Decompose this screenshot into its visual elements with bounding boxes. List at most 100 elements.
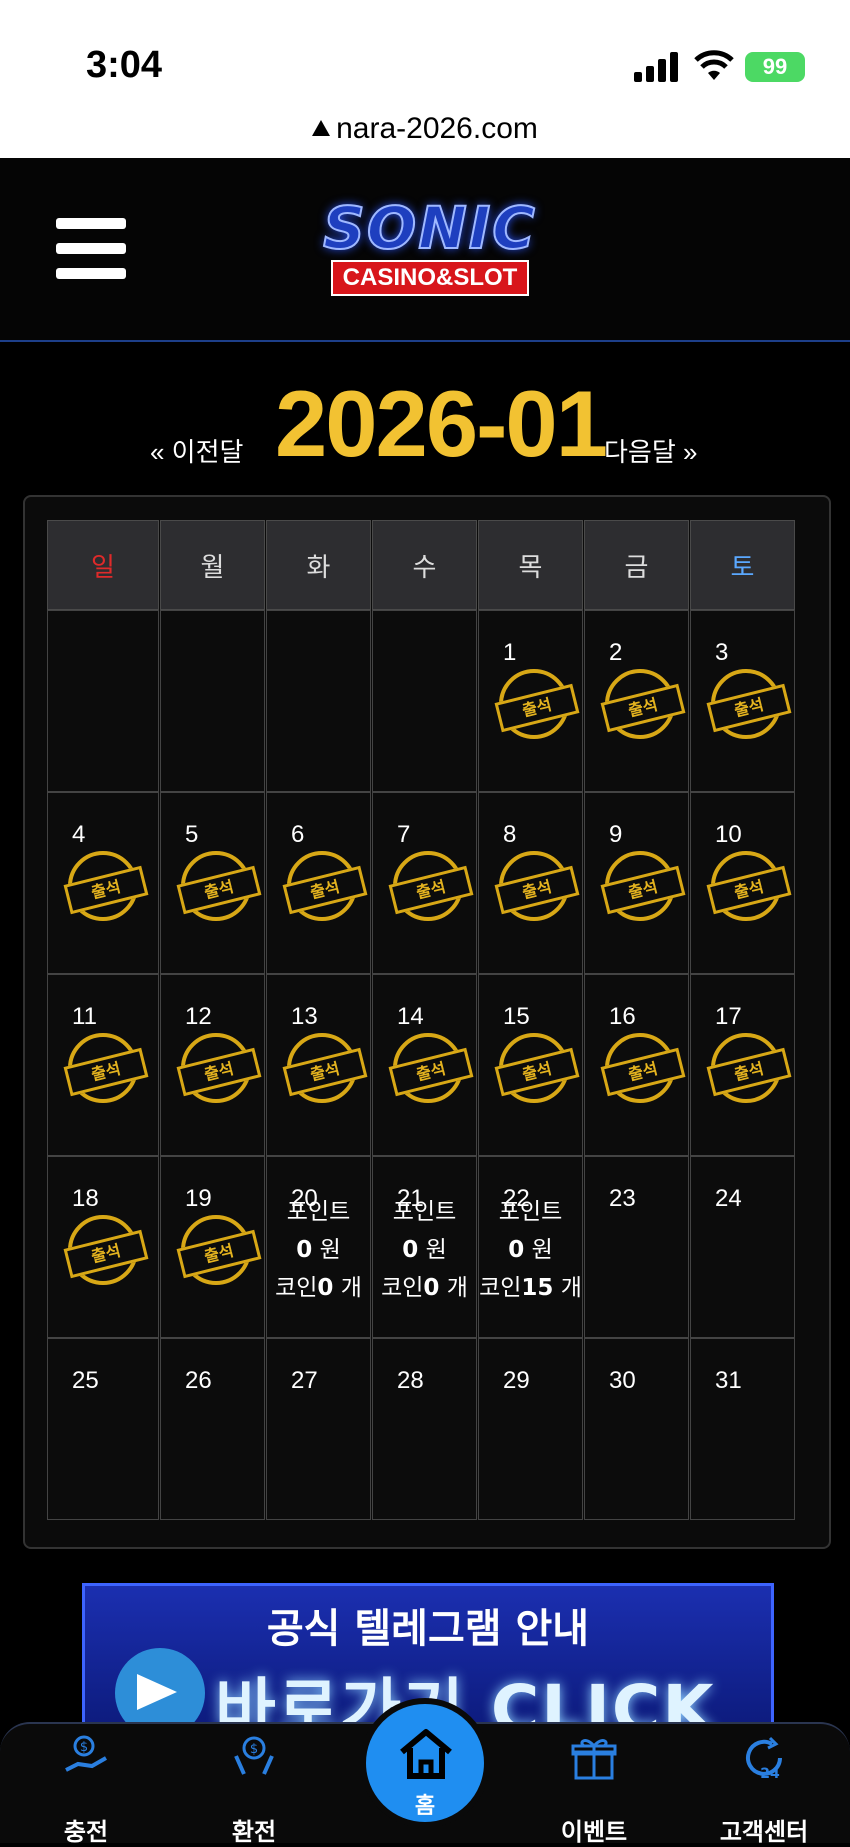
calendar-day-cell[interactable]: 19 출석 [160,1156,265,1338]
calendar-day-cell[interactable]: 22 포인트 0 원 코인15 개 [478,1156,583,1338]
address-bar[interactable]: nara-2026.com [0,112,850,146]
support-24-icon: 24 [746,1736,782,1782]
calendar-day-cell[interactable]: 18 출석 [47,1156,159,1338]
calendar-day-cell[interactable]: 9 출석 [584,792,689,974]
wifi-icon [694,50,734,80]
calendar-day-cell[interactable]: 26 [160,1338,265,1520]
coin-unit: 개 [333,1275,362,1301]
stamp-label: 출석 [706,683,792,733]
calendar-day-cell[interactable]: 27 [266,1338,371,1520]
calendar-day-cell[interactable]: 29 [478,1338,583,1520]
day-number: 30 [609,1367,636,1394]
calendar-day-cell[interactable]: 28 [372,1338,477,1520]
attendance-stamp-icon: 출석 [176,851,262,921]
point-unit: 원 [312,1237,341,1263]
tab-home-label: 홈 [414,1794,436,1819]
attendance-stamp-icon: 출석 [63,851,149,921]
tab-home[interactable]: 홈 [360,1698,490,1828]
coin-amount: 코인0 개 [373,1269,476,1307]
calendar-week-row: 1 출석 2 출석 3 출석 [47,610,802,792]
calendar-day-cell[interactable]: 16 출석 [584,974,689,1156]
day-number: 18 [72,1185,99,1212]
reward-info: 포인트 0 원 코인0 개 [267,1193,370,1307]
calendar-week-row: 18 출석 19 출석 20 포인트 0 원 코인0 개 21 포인트 0 원 코인0 개 22 포인트 0… [47,1156,802,1338]
calendar-day-cell[interactable]: 1 출석 [478,610,583,792]
attendance-stamp-icon: 출석 [706,851,792,921]
month-navigation: « 이전달 2026-01 다음달 » [0,370,850,476]
calendar-day-cell[interactable]: 31 [690,1338,795,1520]
calendar-day-cell[interactable]: 2 출석 [584,610,689,792]
calendar-day-cell[interactable]: 15 출석 [478,974,583,1156]
tab-event[interactable]: 이벤트 [534,1724,654,1846]
svg-text:24: 24 [760,1766,780,1782]
coin-value: 15 [521,1275,554,1301]
stamp-label: 출석 [388,1047,474,1097]
hamburger-menu-icon[interactable] [56,218,126,280]
calendar-day-cell[interactable]: 24 [690,1156,795,1338]
day-number: 31 [715,1367,742,1394]
tab-support[interactable]: 24 고객센터 [704,1724,824,1846]
stamp-label: 출석 [388,865,474,915]
day-number: 12 [185,1003,212,1030]
weekday-header: 월 [160,520,265,610]
point-amount: 0 원 [479,1231,582,1269]
calendar-week-row: 25 26 27 28 29 30 31 [47,1338,802,1520]
attendance-stamp-icon: 출석 [600,1033,686,1103]
tab-support-label: 고객센터 [719,1818,809,1846]
logo-sub-text: CASINO&SLOT [330,260,530,296]
calendar-day-cell[interactable]: 25 [47,1338,159,1520]
point-unit: 원 [418,1237,447,1263]
calendar-day-cell[interactable]: 6 출석 [266,792,371,974]
stamp-label: 출석 [282,1047,368,1097]
tab-exchange-label: 환전 [231,1818,277,1846]
point-label: 포인트 [392,1199,457,1225]
stamp-label: 출석 [600,683,686,733]
day-number: 17 [715,1003,742,1030]
next-month-link[interactable]: 다음달 » [604,432,697,469]
attendance-stamp-icon: 출석 [388,1033,474,1103]
calendar-day-cell[interactable]: 3 출석 [690,610,795,792]
cellular-signal-icon [634,52,678,82]
calendar-day-cell [372,610,477,792]
calendar-day-cell[interactable]: 5 출석 [160,792,265,974]
calendar-day-cell[interactable]: 20 포인트 0 원 코인0 개 [266,1156,371,1338]
tab-charge[interactable]: $ 충전 [26,1724,146,1846]
weekday-header: 금 [584,520,689,610]
stamp-label: 출석 [176,1229,262,1279]
calendar-day-cell [47,610,159,792]
tab-exchange[interactable]: $ 환전 [194,1724,314,1846]
current-month: 2026-01 [275,371,608,476]
stamp-label: 출석 [176,865,262,915]
stamp-label: 출석 [63,1229,149,1279]
calendar-week-row: 4 출석 5 출석 6 출석 7 출석 8 출석 9 출석 10 출석 [47,792,802,974]
weekday-header-row: 일월화수목금토 [47,520,802,610]
calendar-day-cell[interactable]: 12 출석 [160,974,265,1156]
site-logo[interactable]: SONIC CASINO&SLOT [280,195,580,306]
day-number: 5 [185,821,199,848]
point-value: 0 [402,1237,419,1263]
prev-month-link[interactable]: « 이전달 [150,432,243,469]
calendar-day-cell[interactable]: 7 출석 [372,792,477,974]
attendance-stamp-icon: 출석 [600,851,686,921]
calendar-day-cell[interactable]: 17 출석 [690,974,795,1156]
warning-icon [312,120,331,136]
coin-label: 코인 [381,1275,424,1301]
calendar-day-cell[interactable]: 10 출석 [690,792,795,974]
tab-event-label: 이벤트 [560,1818,628,1846]
stamp-label: 출석 [600,865,686,915]
calendar-day-cell[interactable]: 30 [584,1338,689,1520]
stamp-label: 출석 [494,683,580,733]
calendar-day-cell[interactable]: 14 출석 [372,974,477,1156]
calendar-day-cell[interactable]: 21 포인트 0 원 코인0 개 [372,1156,477,1338]
calendar-day-cell[interactable]: 4 출석 [47,792,159,974]
day-number: 29 [503,1367,530,1394]
calendar-day-cell[interactable]: 11 출석 [47,974,159,1156]
point-label: 포인트 [498,1199,563,1225]
calendar-day-cell[interactable]: 13 출석 [266,974,371,1156]
stamp-label: 출석 [176,1047,262,1097]
calendar-day-cell[interactable]: 23 [584,1156,689,1338]
attendance-stamp-icon: 출석 [282,1033,368,1103]
day-number: 4 [72,821,86,848]
calendar-day-cell[interactable]: 8 출석 [478,792,583,974]
stamp-label: 출석 [282,865,368,915]
